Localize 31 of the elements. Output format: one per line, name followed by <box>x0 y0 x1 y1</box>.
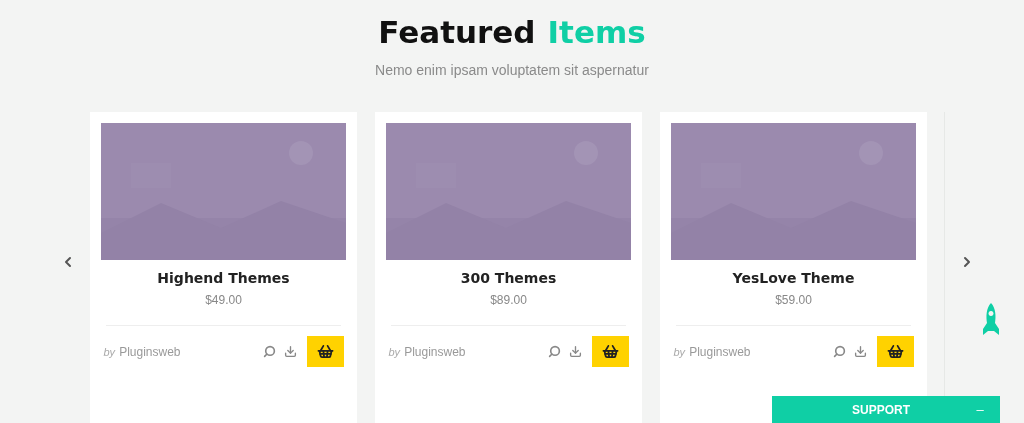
minimize-button[interactable]: – <box>960 401 1000 418</box>
product-price: $59.00 <box>775 293 812 307</box>
rocket-icon[interactable] <box>982 303 1000 335</box>
product-price: $49.00 <box>205 293 242 307</box>
basket-icon <box>601 343 619 360</box>
product-name: YesLove Theme <box>732 270 855 286</box>
support-label: SUPPORT <box>851 402 911 417</box>
author-link[interactable]: Pluginsweb <box>404 344 548 359</box>
by-label: by <box>103 345 116 358</box>
download-icon[interactable] <box>853 345 867 358</box>
basket-button[interactable] <box>876 336 914 367</box>
section-title: Featured <box>378 14 536 50</box>
search-icon[interactable] <box>262 345 276 358</box>
section-subtitle: Nemo enim ipsam voluptatem sit aspernatur <box>375 62 649 78</box>
product-price: $89.00 <box>490 293 527 307</box>
by-label: by <box>673 345 686 358</box>
author-link[interactable]: Pluginsweb <box>119 344 263 359</box>
by-label: by <box>388 345 401 358</box>
basket-button[interactable] <box>306 336 344 367</box>
search-icon[interactable] <box>832 345 846 358</box>
basket-button[interactable] <box>591 336 629 367</box>
basket-icon <box>316 343 334 360</box>
section-title-highlight: Items <box>547 14 646 50</box>
author-link[interactable]: Pluginsweb <box>689 344 833 359</box>
search-icon[interactable] <box>547 345 561 358</box>
download-icon[interactable] <box>283 345 297 358</box>
basket-icon <box>886 343 904 360</box>
product-name: Highend Themes <box>157 270 290 286</box>
support-bar[interactable]: SUPPORT – <box>772 396 1000 423</box>
product-name: 300 Themes <box>460 270 557 286</box>
download-icon[interactable] <box>568 345 582 358</box>
